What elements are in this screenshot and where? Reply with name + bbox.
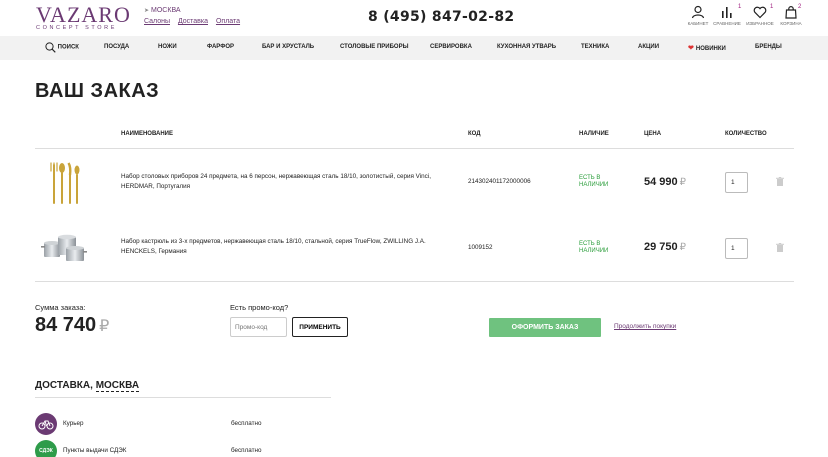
apply-promo-button[interactable]: Применить xyxy=(292,317,348,337)
order-total-value: 84 740 xyxy=(35,314,97,336)
cart-count-badge: 2 xyxy=(798,4,802,10)
nav-item-serving[interactable]: Сервировка xyxy=(430,44,472,50)
nav-search[interactable]: Поиск xyxy=(45,42,79,53)
quantity-input[interactable]: 1 xyxy=(725,238,748,259)
trash-icon[interactable] xyxy=(776,177,784,186)
header-icons: Кабинет Сравнение 1 Избранное 1 Корзина … xyxy=(0,4,828,35)
product-image-pots[interactable] xyxy=(40,223,88,271)
col-header-stock: Наличие xyxy=(579,131,609,137)
product-price: 54 990 ₽ xyxy=(644,176,686,188)
compare-icon xyxy=(722,7,732,18)
nav-item-appliances[interactable]: Техника xyxy=(581,44,609,50)
user-icon xyxy=(691,5,705,19)
quantity-input[interactable]: 1 xyxy=(725,172,748,193)
page-title: Ваш заказ xyxy=(35,80,160,102)
continue-shopping-link[interactable]: Продолжить покупки xyxy=(614,323,676,330)
heart-icon xyxy=(753,6,767,19)
product-price-value: 54 990 xyxy=(644,176,678,188)
main-nav: Поиск Посуда Ножи Фарфор Бар и хрусталь … xyxy=(0,36,828,60)
nav-item-kitchen[interactable]: Кухонная утварь xyxy=(497,44,556,50)
product-name[interactable]: Набор столовых приборов 24 предмета, на … xyxy=(121,172,441,192)
order-total: 84 740 ₽ xyxy=(35,314,109,337)
ruble-icon: ₽ xyxy=(679,242,687,253)
cart-button[interactable]: Корзина 2 xyxy=(771,4,811,26)
nav-item-bar[interactable]: Бар и хрусталь xyxy=(262,44,314,50)
col-header-price: Цена xyxy=(644,131,662,137)
product-name[interactable]: Набор кастрюль из 3-х предметов, нержаве… xyxy=(121,237,441,257)
promo-label: Есть промо-код? xyxy=(230,303,289,312)
nav-item-cutlery[interactable]: Столовые приборы xyxy=(340,44,408,50)
search-icon xyxy=(45,42,56,53)
divider xyxy=(35,281,794,282)
table-row: Набор столовых приборов 24 предмета, на … xyxy=(0,150,828,216)
nav-item-tableware[interactable]: Посуда xyxy=(104,44,129,50)
delivery-city-link[interactable]: Москва xyxy=(95,380,140,392)
cdek-icon: СДЭК xyxy=(35,440,57,457)
nav-item-porcelain[interactable]: Фарфор xyxy=(207,44,234,50)
nav-item-knives[interactable]: Ножи xyxy=(158,44,177,50)
table-row: Набор кастрюль из 3-х предметов, нержаве… xyxy=(0,215,828,281)
nav-item-sales[interactable]: Акции xyxy=(638,44,659,50)
divider xyxy=(35,148,794,149)
product-code: 1009152 xyxy=(468,244,493,251)
nav-item-new-label: Новинки xyxy=(695,46,726,52)
bike-icon xyxy=(38,420,54,430)
product-code: 214302401172000006 xyxy=(468,178,531,185)
courier-icon xyxy=(35,413,57,435)
nav-search-label: Поиск xyxy=(57,44,79,51)
product-stock-status: Есть в наличии xyxy=(579,175,609,188)
checkout-button[interactable]: Оформить заказ xyxy=(489,318,601,337)
bag-icon xyxy=(785,6,797,19)
ruble-icon: ₽ xyxy=(99,318,110,335)
nav-item-brands[interactable]: Бренды xyxy=(755,44,782,50)
divider xyxy=(35,397,331,398)
nav-item-new[interactable]: ❤ Новинки xyxy=(688,44,726,52)
delivery-title: Доставка, Москва xyxy=(35,380,140,392)
header: VAZARO CONCEPT STORE ➤ Москва Салоны Дост… xyxy=(0,0,828,36)
delivery-option-price: бесплатно xyxy=(231,420,262,427)
delivery-option[interactable]: Курьер бесплатно xyxy=(35,413,335,435)
delivery-title-prefix: Доставка, xyxy=(35,380,93,391)
promo-code-input[interactable] xyxy=(230,317,287,337)
col-header-name: Наименование xyxy=(121,131,173,137)
product-image-cutlery[interactable] xyxy=(40,159,88,207)
col-header-qty: Количество xyxy=(725,131,767,137)
delivery-option-name: Пункты выдачи СДЭК xyxy=(63,447,127,454)
order-total-label: Сумма заказа: xyxy=(35,303,86,312)
product-price: 29 750 ₽ xyxy=(644,241,686,253)
delivery-option[interactable]: СДЭК Пункты выдачи СДЭК бесплатно xyxy=(35,440,335,457)
product-price-value: 29 750 xyxy=(644,241,678,253)
ruble-icon: ₽ xyxy=(679,177,687,188)
delivery-option-name: Курьер xyxy=(63,420,84,427)
col-header-code: Код xyxy=(468,131,481,137)
product-stock-status: Есть в наличии xyxy=(579,241,609,254)
heart-icon: ❤ xyxy=(688,45,694,52)
cart-label: Корзина xyxy=(780,21,802,26)
trash-icon[interactable] xyxy=(776,243,784,252)
delivery-option-price: бесплатно xyxy=(231,447,262,454)
